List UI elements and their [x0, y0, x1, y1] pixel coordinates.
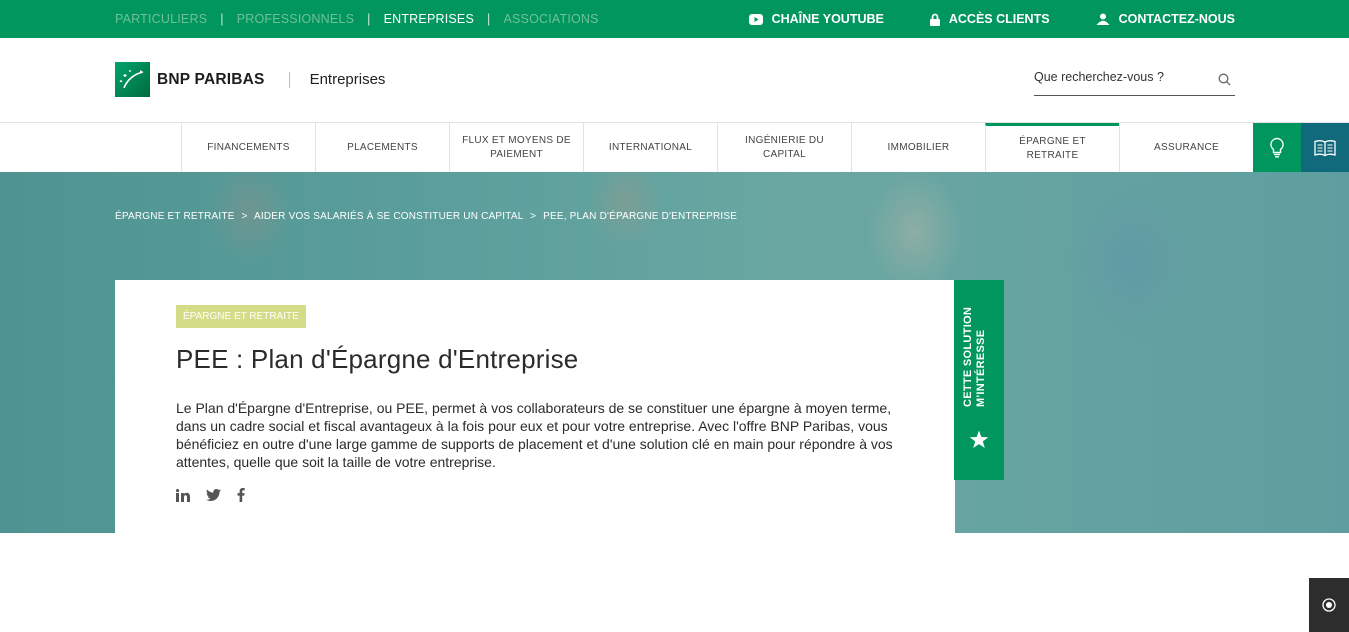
brand-name: BNP PARIBAS [157, 70, 265, 88]
facebook-icon [237, 488, 245, 502]
audience-separator: | [367, 12, 371, 26]
nav-item-placements[interactable]: PLACEMENTS [315, 123, 449, 172]
contact-link[interactable]: CONTACTEZ-NOUS [1096, 12, 1235, 26]
ideas-button[interactable] [1253, 123, 1301, 172]
nav-item-assurance[interactable]: ASSURANCE [1119, 123, 1253, 172]
category-tag[interactable]: ÉPARGNE ET RETRAITE [176, 305, 306, 328]
breadcrumb-separator: > [241, 211, 248, 222]
nav-item-flux-paiement[interactable]: FLUX ET MOYENS DE PAIEMENT [449, 123, 583, 172]
user-icon [1096, 13, 1110, 25]
twitter-share-button[interactable] [206, 489, 221, 501]
top-links: CHAÎNE YOUTUBE ACCÈS CLIENTS CONTACTEZ-N… [703, 0, 1235, 38]
page-description: Le Plan d'Épargne d'Entreprise, ou PEE, … [176, 400, 893, 470]
audience-link-associations[interactable]: ASSOCIATIONS [503, 12, 598, 26]
brand-logo[interactable]: BNP PARIBAS Entreprises [115, 62, 385, 97]
breadcrumb-item[interactable]: AIDER VOS SALARIÉS À SE CONSTITUER UN CA… [254, 211, 523, 222]
interest-button[interactable]: CETTE SOLUTION M'INTÉRESSE [954, 280, 1004, 480]
site-header: BNP PARIBAS Entreprises Que recherchez-v… [0, 38, 1349, 123]
main-nav: FINANCEMENTS PLACEMENTS FLUX ET MOYENS D… [181, 123, 1349, 172]
facebook-share-button[interactable] [237, 488, 245, 502]
social-share [176, 488, 261, 502]
audience-link-entreprises[interactable]: ENTREPRISES [384, 12, 474, 26]
accessibility-toggle-button[interactable] [1309, 578, 1349, 632]
search-field[interactable]: Que recherchez-vous ? [1034, 63, 1235, 96]
nav-item-immobilier[interactable]: IMMOBILIER [851, 123, 985, 172]
audience-link-professionnels[interactable]: PROFESSIONNELS [237, 12, 354, 26]
youtube-link[interactable]: CHAÎNE YOUTUBE [748, 12, 884, 26]
youtube-icon [748, 13, 763, 25]
lightbulb-icon [1270, 137, 1284, 157]
interest-label: CETTE SOLUTION M'INTÉRESSE [962, 306, 987, 407]
breadcrumb-separator: > [530, 211, 537, 222]
breadcrumb-current: PEE, PLAN D'ÉPARGNE D'ENTREPRISE [543, 211, 738, 222]
top-bar: PARTICULIERS | PROFESSIONNELS | ENTREPRI… [0, 0, 1349, 38]
linkedin-share-button[interactable] [176, 488, 190, 502]
audience-separator: | [220, 12, 224, 26]
audience-nav: PARTICULIERS | PROFESSIONNELS | ENTREPRI… [115, 0, 599, 38]
client-access-label: ACCÈS CLIENTS [948, 12, 1050, 26]
client-access-link[interactable]: ACCÈS CLIENTS [929, 12, 1050, 26]
book-icon [1314, 139, 1336, 156]
youtube-link-label: CHAÎNE YOUTUBE [771, 12, 884, 26]
audience-separator: | [487, 12, 491, 26]
contact-link-label: CONTACTEZ-NOUS [1118, 12, 1235, 26]
linkedin-icon [176, 488, 190, 502]
page-title: PEE : Plan d'Épargne d'Entreprise [176, 344, 579, 374]
search-icon[interactable] [1218, 73, 1231, 86]
twitter-icon [206, 489, 221, 501]
lock-icon [929, 13, 940, 26]
hero-banner: ÉPARGNE ET RETRAITE > AIDER VOS SALARIÉS… [0, 172, 1349, 533]
record-icon [1322, 598, 1336, 612]
bnp-logo-icon [115, 62, 150, 97]
nav-item-ingenierie-capital[interactable]: INGÉNIERIE DU CAPITAL [717, 123, 851, 172]
product-card: ÉPARGNE ET RETRAITE PEE : Plan d'Épargne… [115, 280, 955, 533]
breadcrumb: ÉPARGNE ET RETRAITE > AIDER VOS SALARIÉS… [115, 211, 737, 222]
logo-divider [288, 71, 290, 88]
breadcrumb-item[interactable]: ÉPARGNE ET RETRAITE [115, 211, 235, 222]
section-name: Entreprises [309, 71, 386, 88]
guides-button[interactable] [1301, 123, 1349, 172]
star-icon [969, 430, 989, 448]
nav-item-epargne-retraite[interactable]: ÉPARGNE ET RETRAITE [985, 123, 1119, 172]
nav-item-international[interactable]: INTERNATIONAL [583, 123, 717, 172]
search-input-placeholder[interactable]: Que recherchez-vous ? [1034, 70, 1164, 84]
nav-item-financements[interactable]: FINANCEMENTS [181, 123, 315, 172]
audience-link-particuliers[interactable]: PARTICULIERS [115, 12, 207, 26]
